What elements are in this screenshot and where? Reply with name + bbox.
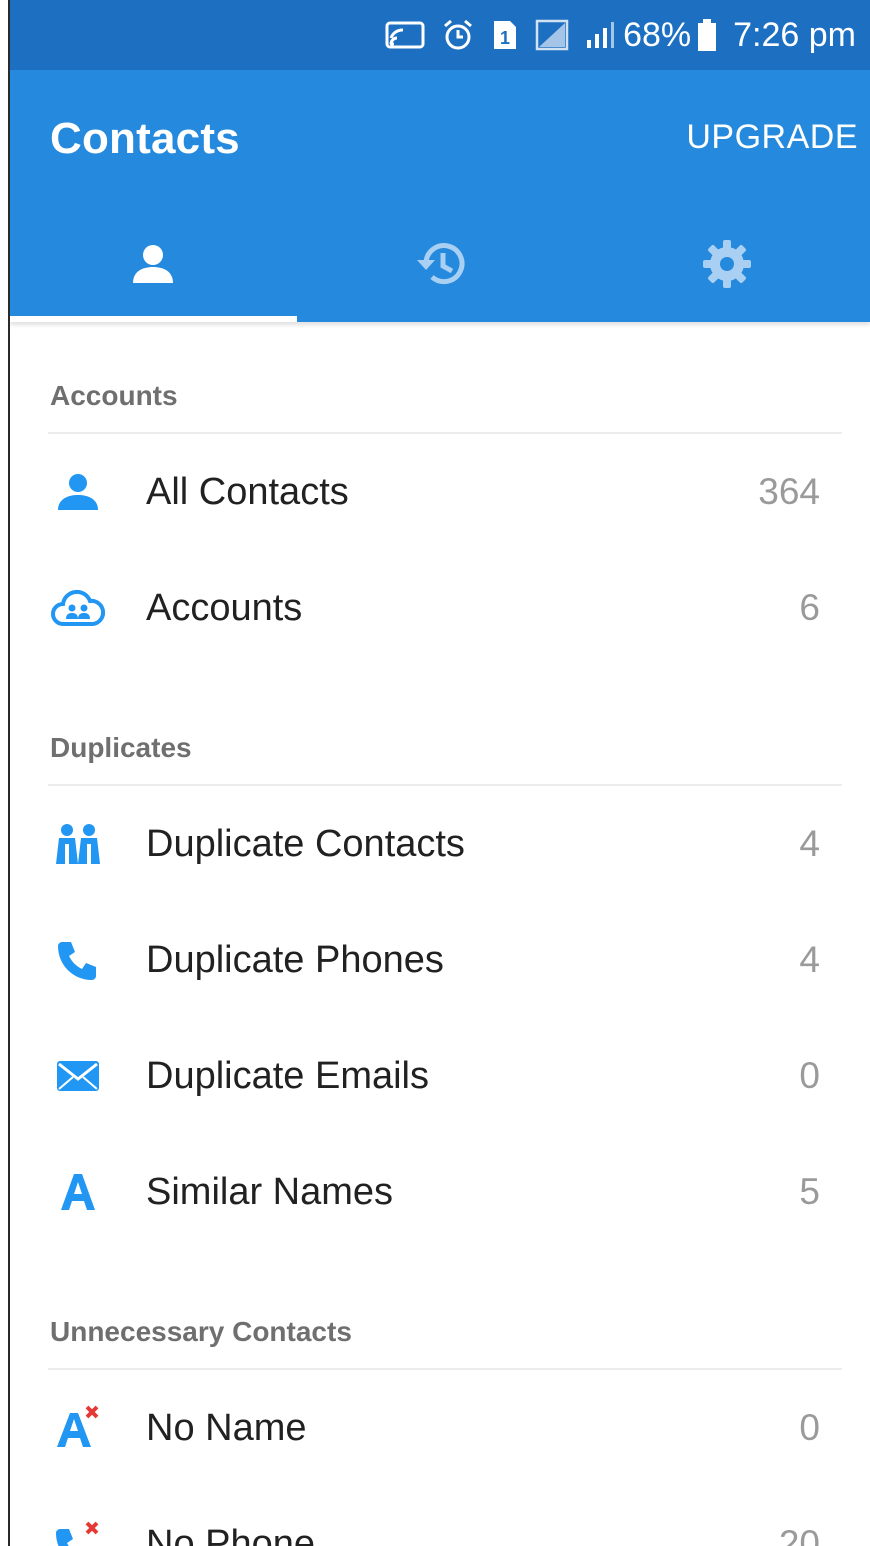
status-bar: 1 68% 7:26 pm	[10, 0, 870, 70]
list-item-label: Duplicate Emails	[146, 1054, 429, 1097]
app-bar: Contacts UPGRADE	[10, 70, 870, 210]
list-item-label: All Contacts	[146, 470, 349, 513]
alarm-icon	[441, 18, 475, 52]
list-item-count: 0	[799, 1055, 820, 1096]
tab-settings[interactable]	[583, 210, 870, 322]
list-item-count: 4	[799, 823, 820, 864]
section-header-duplicates: Duplicates	[10, 674, 870, 786]
phone-icon	[48, 930, 108, 990]
letter-a-remove-icon	[48, 1398, 108, 1458]
list-item-all-contacts[interactable]: All Contacts 364	[10, 434, 870, 550]
list-item-count: 6	[799, 587, 820, 628]
sim-icon: 1	[491, 18, 519, 52]
list-item-duplicate-phones[interactable]: Duplicate Phones 4	[10, 902, 870, 1018]
gear-icon	[701, 238, 753, 295]
list-item-no-name[interactable]: No Name 0	[10, 1370, 870, 1486]
list-item-no-phone[interactable]: No Phone 20	[10, 1486, 870, 1546]
list-item-count: 0	[799, 1407, 820, 1448]
upgrade-button[interactable]: UPGRADE	[686, 118, 858, 157]
section-title: Duplicates	[50, 732, 192, 763]
list-item-label: No Name	[146, 1406, 307, 1449]
history-icon	[412, 238, 468, 295]
list-item-count: 20	[778, 1523, 820, 1546]
tab-history[interactable]	[297, 210, 584, 322]
list-item-duplicate-contacts[interactable]: Duplicate Contacts 4	[10, 786, 870, 902]
svg-text:1: 1	[500, 28, 510, 48]
list-item-label: Accounts	[146, 586, 303, 629]
section-header-unnecessary: Unnecessary Contacts	[10, 1258, 870, 1370]
tab-contacts[interactable]	[10, 210, 297, 322]
signal-bars-icon	[585, 20, 615, 50]
page-title: Contacts	[50, 114, 240, 163]
list-item-count: 4	[799, 939, 820, 980]
list-item-similar-names[interactable]: Similar Names 5	[10, 1134, 870, 1250]
person-icon	[130, 241, 176, 292]
section-header-accounts: Accounts	[10, 322, 870, 434]
section-title: Accounts	[50, 380, 178, 411]
people-icon	[48, 814, 108, 874]
main-list: Accounts All Contacts 364 Accounts 6 Dup…	[10, 322, 870, 1546]
battery-percent: 68%	[623, 15, 692, 54]
battery-icon	[697, 18, 717, 52]
person-icon	[48, 462, 108, 522]
list-item-label: Duplicate Contacts	[146, 822, 465, 865]
list-item-label: Duplicate Phones	[146, 938, 444, 981]
signal-empty-icon	[535, 19, 569, 51]
window-frame-edge	[0, 0, 10, 1546]
cast-icon	[385, 20, 425, 50]
email-icon	[48, 1046, 108, 1106]
cloud-accounts-icon	[48, 578, 108, 638]
list-item-duplicate-emails[interactable]: Duplicate Emails 0	[10, 1018, 870, 1134]
list-item-label: No Phone	[146, 1522, 316, 1546]
list-item-accounts[interactable]: Accounts 6	[10, 550, 870, 666]
tab-bar	[10, 210, 870, 322]
phone-remove-icon	[48, 1514, 108, 1546]
list-item-count: 5	[799, 1171, 820, 1212]
list-item-count: 364	[758, 471, 820, 512]
section-title: Unnecessary Contacts	[50, 1316, 352, 1347]
letter-a-icon	[48, 1162, 108, 1222]
list-item-label: Similar Names	[146, 1170, 394, 1213]
clock-time: 7:26 pm	[733, 15, 856, 54]
